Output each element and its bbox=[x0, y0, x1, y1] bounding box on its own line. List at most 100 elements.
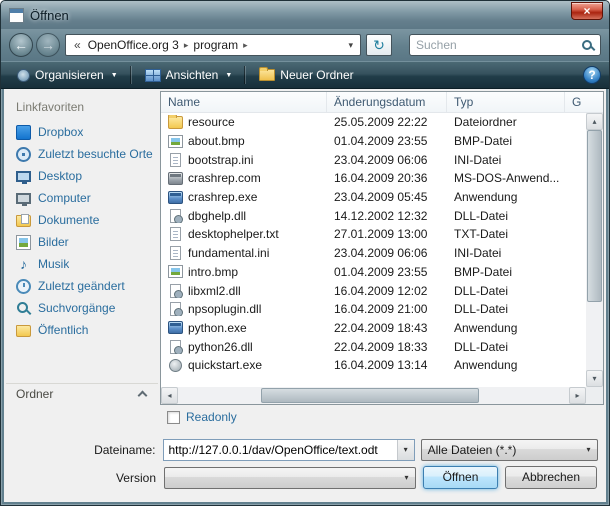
scroll-right-icon[interactable]: ▸ bbox=[569, 387, 586, 404]
column-header-type[interactable]: Typ bbox=[447, 92, 565, 112]
folders-expander[interactable]: Ordner bbox=[6, 383, 158, 403]
file-type: Anwendung bbox=[447, 321, 565, 335]
table-row[interactable]: fundamental.ini23.04.2009 06:06INI-Datei bbox=[161, 244, 586, 263]
column-header-date[interactable]: Änderungsdatum bbox=[327, 92, 447, 112]
file-name: resource bbox=[188, 115, 235, 129]
table-row[interactable]: python26.dll22.04.2009 18:33DLL-Datei bbox=[161, 337, 586, 356]
file-date: 14.12.2002 12:32 bbox=[327, 209, 447, 223]
filetype-value: Alle Dateien (*.*) bbox=[422, 443, 580, 457]
table-row[interactable]: npsoplugin.dll16.04.2009 21:00DLL-Datei bbox=[161, 300, 586, 319]
breadcrumb[interactable]: « OpenOffice.org 3▸program▸ ▾ bbox=[65, 34, 361, 56]
window-title: Öffnen bbox=[30, 8, 69, 23]
file-date: 16.04.2009 21:00 bbox=[327, 302, 447, 316]
version-row: Version ▾ Öffnen Abbrechen bbox=[4, 466, 598, 489]
sidebar-item-recent-places[interactable]: Zuletzt besuchte Orte bbox=[16, 143, 158, 165]
table-row[interactable]: bootstrap.ini23.04.2009 06:06INI-Datei bbox=[161, 150, 586, 169]
breadcrumb-dropdown-icon[interactable]: ▾ bbox=[346, 40, 355, 51]
recently-changed-icon bbox=[16, 279, 31, 294]
list-header: NameÄnderungsdatumTypG bbox=[161, 92, 603, 113]
table-row[interactable]: crashrep.com16.04.2009 20:36MS-DOS-Anwen… bbox=[161, 169, 586, 188]
column-header-size[interactable]: G bbox=[565, 92, 603, 112]
back-button[interactable]: ← bbox=[9, 33, 33, 57]
file-type: DLL-Datei bbox=[447, 284, 565, 298]
views-button[interactable]: Ansichten ▼ bbox=[137, 65, 241, 85]
refresh-button[interactable]: ↻ bbox=[366, 34, 392, 56]
breadcrumb-separator-icon[interactable]: ▸ bbox=[242, 40, 249, 51]
filename-dropdown-icon[interactable]: ▾ bbox=[397, 440, 414, 460]
sidebar-item-recently-changed[interactable]: Zuletzt geändert bbox=[16, 275, 158, 297]
filename-input[interactable] bbox=[164, 440, 396, 460]
search-input[interactable]: Suchen bbox=[409, 34, 601, 56]
file-type: INI-Datei bbox=[447, 246, 565, 260]
dll-file-icon bbox=[170, 284, 181, 298]
sidebar-item-documents[interactable]: Dokumente bbox=[16, 209, 158, 231]
filename-row: Dateiname: ▾ Alle Dateien (*.*) ▾ bbox=[4, 438, 598, 461]
sidebar-item-pictures[interactable]: Bilder bbox=[16, 231, 158, 253]
file-date: 22.04.2009 18:33 bbox=[327, 340, 447, 354]
vertical-scrollbar[interactable]: ▴ ▾ bbox=[586, 113, 603, 387]
table-row[interactable]: about.bmp01.04.2009 23:55BMP-Datei bbox=[161, 132, 586, 151]
toolbar-separator bbox=[131, 66, 132, 84]
file-type: Anwendung bbox=[447, 190, 565, 204]
open-button[interactable]: Öffnen bbox=[423, 466, 498, 489]
scroll-up-icon[interactable]: ▴ bbox=[586, 113, 603, 130]
file-date: 25.05.2009 22:22 bbox=[327, 115, 447, 129]
horizontal-scroll-thumb[interactable] bbox=[261, 388, 479, 403]
readonly-checkbox[interactable] bbox=[167, 411, 180, 424]
ini-file-icon bbox=[170, 246, 181, 260]
file-name: crashrep.com bbox=[188, 171, 261, 185]
table-row[interactable]: resource25.05.2009 22:22Dateiordner bbox=[161, 113, 586, 132]
filetype-dropdown-icon[interactable]: ▾ bbox=[580, 440, 597, 460]
open-dialog-window: Öffnen × ← → « OpenOffice.org 3▸program▸… bbox=[0, 0, 610, 506]
file-name-cell: python.exe bbox=[161, 321, 327, 335]
cancel-button[interactable]: Abbrechen bbox=[505, 466, 597, 489]
sidebar-item-desktop[interactable]: Desktop bbox=[16, 165, 158, 187]
sidebar-item-searches[interactable]: Suchvorgänge bbox=[16, 297, 158, 319]
horizontal-scrollbar[interactable]: ◂ ▸ bbox=[161, 387, 586, 404]
file-name: libxml2.dll bbox=[188, 284, 241, 298]
computer-icon bbox=[16, 193, 31, 204]
scroll-down-icon[interactable]: ▾ bbox=[586, 370, 603, 387]
folder-file-icon bbox=[168, 116, 183, 129]
table-row[interactable]: desktophelper.txt27.01.2009 13:00TXT-Dat… bbox=[161, 225, 586, 244]
close-button[interactable]: × bbox=[571, 2, 603, 20]
filename-combobox[interactable]: ▾ bbox=[163, 439, 414, 461]
table-row[interactable]: python.exe22.04.2009 18:43Anwendung bbox=[161, 319, 586, 338]
organize-button[interactable]: Organisieren ▼ bbox=[9, 65, 126, 85]
file-name: python26.dll bbox=[188, 340, 253, 354]
readonly-label[interactable]: Readonly bbox=[186, 410, 237, 424]
titlebar[interactable]: Öffnen × bbox=[1, 1, 609, 29]
breadcrumb-item[interactable]: program bbox=[189, 38, 242, 52]
version-combobox[interactable]: ▾ bbox=[164, 467, 416, 489]
vertical-scroll-thumb[interactable] bbox=[587, 130, 602, 302]
new-folder-button[interactable]: Neuer Ordner bbox=[251, 65, 361, 85]
sidebar-item-label: Dropbox bbox=[38, 125, 83, 139]
table-row[interactable]: quickstart.exe16.04.2009 13:14Anwendung bbox=[161, 356, 586, 375]
sidebar-item-dropbox[interactable]: Dropbox bbox=[16, 121, 158, 143]
table-row[interactable]: libxml2.dll16.04.2009 12:02DLL-Datei bbox=[161, 281, 586, 300]
table-row[interactable]: dbghelp.dll14.12.2002 12:32DLL-Datei bbox=[161, 206, 586, 225]
breadcrumb-overflow-icon[interactable]: « bbox=[71, 38, 84, 52]
breadcrumb-item[interactable]: OpenOffice.org 3 bbox=[84, 38, 183, 52]
sidebar-item-public[interactable]: Öffentlich bbox=[16, 319, 158, 341]
file-name-cell: dbghelp.dll bbox=[161, 209, 327, 223]
sidebar-item-music[interactable]: ♪Musik bbox=[16, 253, 158, 275]
forward-button[interactable]: → bbox=[36, 33, 60, 57]
sidebar-item-computer[interactable]: Computer bbox=[16, 187, 158, 209]
filetype-combobox[interactable]: Alle Dateien (*.*) ▾ bbox=[421, 439, 598, 461]
toolbar-separator bbox=[245, 66, 246, 84]
table-row[interactable]: crashrep.exe23.04.2009 05:45Anwendung bbox=[161, 188, 586, 207]
file-name-cell: intro.bmp bbox=[161, 265, 327, 279]
column-header-name[interactable]: Name bbox=[161, 92, 327, 112]
file-list-body: resource25.05.2009 22:22Dateiordnerabout… bbox=[161, 113, 586, 387]
help-button[interactable]: ? bbox=[583, 66, 601, 84]
scroll-left-icon[interactable]: ◂ bbox=[161, 387, 178, 404]
folders-label: Ordner bbox=[16, 387, 53, 401]
chevron-up-icon bbox=[138, 390, 148, 400]
file-date: 01.04.2009 23:55 bbox=[327, 134, 447, 148]
image-file-icon bbox=[168, 265, 183, 278]
file-name: fundamental.ini bbox=[188, 246, 269, 260]
version-dropdown-icon[interactable]: ▾ bbox=[398, 468, 415, 488]
table-row[interactable]: intro.bmp01.04.2009 23:55BMP-Datei bbox=[161, 263, 586, 282]
views-icon bbox=[145, 69, 161, 82]
